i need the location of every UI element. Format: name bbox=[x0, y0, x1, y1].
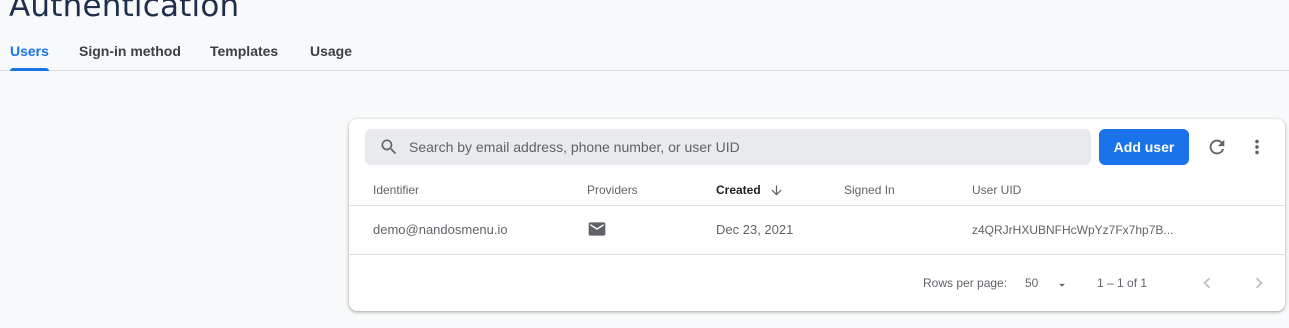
tab-users[interactable]: Users bbox=[10, 43, 49, 71]
more-vert-icon bbox=[1255, 139, 1259, 155]
search-icon bbox=[381, 139, 397, 155]
refresh-button[interactable] bbox=[1203, 133, 1231, 161]
cell-created: Dec 23, 2021 bbox=[716, 222, 794, 237]
tab-sign-in-method[interactable]: Sign-in method bbox=[79, 43, 181, 71]
column-header-user-uid: User UID bbox=[972, 183, 1022, 197]
refresh-icon bbox=[1209, 139, 1225, 155]
page-title: Authentication bbox=[9, 0, 240, 24]
search-input[interactable] bbox=[409, 129, 1079, 165]
chevron-right-icon bbox=[1255, 277, 1263, 289]
chevron-left-icon bbox=[1203, 277, 1211, 289]
rows-per-page-select[interactable]: 50 bbox=[1025, 272, 1071, 294]
tab-bar: Users Sign-in method Templates Usage bbox=[0, 36, 1289, 71]
column-header-created-label: Created bbox=[716, 183, 761, 197]
cell-identifier[interactable]: demo@nandosmenu.io bbox=[373, 222, 508, 237]
rows-per-page-value: 50 bbox=[1025, 276, 1039, 290]
column-header-providers: Providers bbox=[587, 183, 638, 197]
tab-templates[interactable]: Templates bbox=[210, 43, 278, 71]
row-divider bbox=[349, 254, 1285, 255]
email-icon bbox=[588, 222, 606, 236]
cell-user-uid[interactable]: z4QRJrHXUBNFHcWpYz7Fx7hp7B... bbox=[972, 223, 1173, 237]
arrow-down-icon bbox=[771, 185, 782, 196]
dropdown-arrow-icon bbox=[1059, 283, 1065, 287]
search-bar bbox=[365, 129, 1091, 165]
rows-per-page-label: Rows per page: bbox=[923, 276, 1008, 290]
more-options-button[interactable] bbox=[1243, 133, 1271, 161]
previous-page-button[interactable] bbox=[1193, 269, 1221, 297]
pagination-range: 1 – 1 of 1 bbox=[1097, 276, 1148, 290]
add-user-button[interactable]: Add user bbox=[1099, 129, 1189, 165]
users-table-card: Add user Identifier Providers Created Si… bbox=[349, 119, 1285, 311]
tab-usage[interactable]: Usage bbox=[310, 43, 352, 71]
column-header-identifier[interactable]: Identifier bbox=[373, 183, 419, 197]
column-header-signed-in[interactable]: Signed In bbox=[844, 183, 895, 197]
column-header-created[interactable]: Created bbox=[716, 183, 784, 198]
header-divider bbox=[349, 205, 1285, 206]
next-page-button[interactable] bbox=[1245, 269, 1273, 297]
